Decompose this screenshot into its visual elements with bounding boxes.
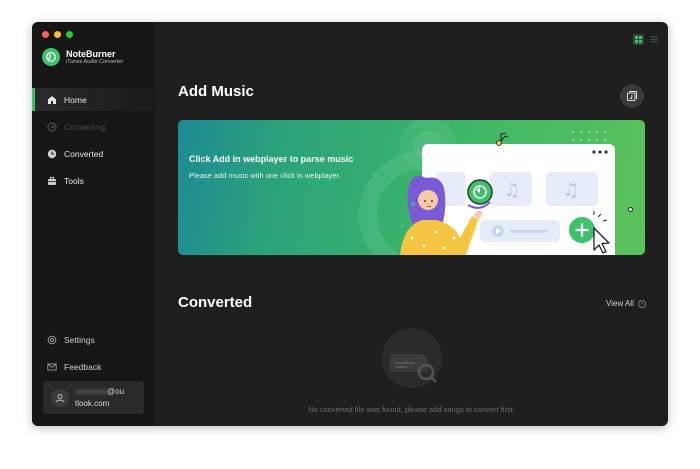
main-panel: Add Music ♫ ♫ Click Add in webplayer to … [155, 22, 668, 426]
account-email-domain-1: @ou [107, 386, 125, 396]
view-all-link[interactable]: View All › [606, 299, 646, 308]
close-window-button[interactable] [42, 31, 49, 38]
sidebar-bottom-nav: Settings Feedback [32, 328, 155, 382]
sidebar-item-label: Feedback [64, 361, 102, 372]
chevron-right-icon: › [637, 299, 646, 308]
sidebar-item-home[interactable]: Home [32, 88, 155, 111]
list-view-button[interactable] [650, 30, 658, 48]
home-icon [47, 95, 57, 105]
decorative-dot [628, 207, 633, 212]
sidebar-nav: Home Converting Converted Tools [32, 88, 155, 196]
sidebar-item-settings[interactable]: Settings [32, 328, 155, 351]
sidebar: NoteBurner iTunes Audio Converter Home C… [32, 22, 155, 426]
view-all-label: View All [606, 299, 634, 308]
app-window: NoteBurner iTunes Audio Converter Home C… [32, 22, 668, 426]
brand: NoteBurner iTunes Audio Converter [42, 48, 123, 66]
add-music-banner[interactable]: ♫ ♫ Click Add in webplayer to parse musi… [178, 120, 645, 255]
sidebar-item-label: Converted [64, 148, 104, 159]
noteburner-logo-icon [42, 48, 60, 66]
grid-icon [635, 35, 642, 43]
minimize-window-button[interactable] [54, 31, 61, 38]
svg-text:♫: ♫ [504, 180, 520, 201]
sidebar-item-label: Home [64, 94, 87, 105]
converted-title: Converted [178, 294, 253, 311]
music-library-button[interactable] [620, 84, 644, 108]
banner-title: Click Add in webplayer to parse music [189, 154, 354, 164]
gear-icon [47, 335, 57, 345]
sidebar-item-label: Settings [64, 334, 95, 345]
empty-state-illustration [382, 328, 442, 388]
banner-illustration: ♫ ♫ [359, 120, 615, 255]
converting-icon [47, 121, 57, 132]
grid-view-button[interactable] [633, 33, 644, 45]
window-controls [42, 31, 73, 38]
account-button[interactable]: xxxxxxxx@ou tlook.com [43, 381, 144, 414]
banner-subtitle: Please add music with one click in webpl… [189, 171, 341, 180]
empty-state-message: No converted file was found, please add … [308, 405, 515, 414]
svg-text:♫: ♫ [563, 180, 579, 201]
zoom-window-button[interactable] [66, 31, 73, 38]
sidebar-item-label: Tools [64, 175, 84, 186]
mail-icon [47, 362, 57, 372]
account-email-hidden: xxxxxxxx [75, 386, 107, 396]
sidebar-item-tools[interactable]: Tools [32, 169, 155, 192]
brand-subtitle: iTunes Audio Converter [66, 58, 124, 65]
music-library-icon [627, 91, 637, 101]
sidebar-item-converted[interactable]: Converted [32, 142, 155, 165]
sidebar-item-converting[interactable]: Converting [32, 115, 155, 138]
brand-name: NoteBurner [66, 48, 116, 59]
toolbox-icon [47, 176, 57, 186]
sidebar-item-label: Converting [64, 121, 106, 132]
list-icon [650, 36, 658, 43]
view-toggle [633, 30, 658, 48]
avatar-icon [51, 388, 69, 407]
add-music-title: Add Music [178, 83, 254, 100]
clock-icon [47, 149, 57, 159]
account-email-domain-2: tlook.com [75, 398, 110, 408]
sidebar-item-feedback[interactable]: Feedback [32, 355, 155, 378]
account-email: xxxxxxxx@ou tlook.com [75, 386, 137, 410]
